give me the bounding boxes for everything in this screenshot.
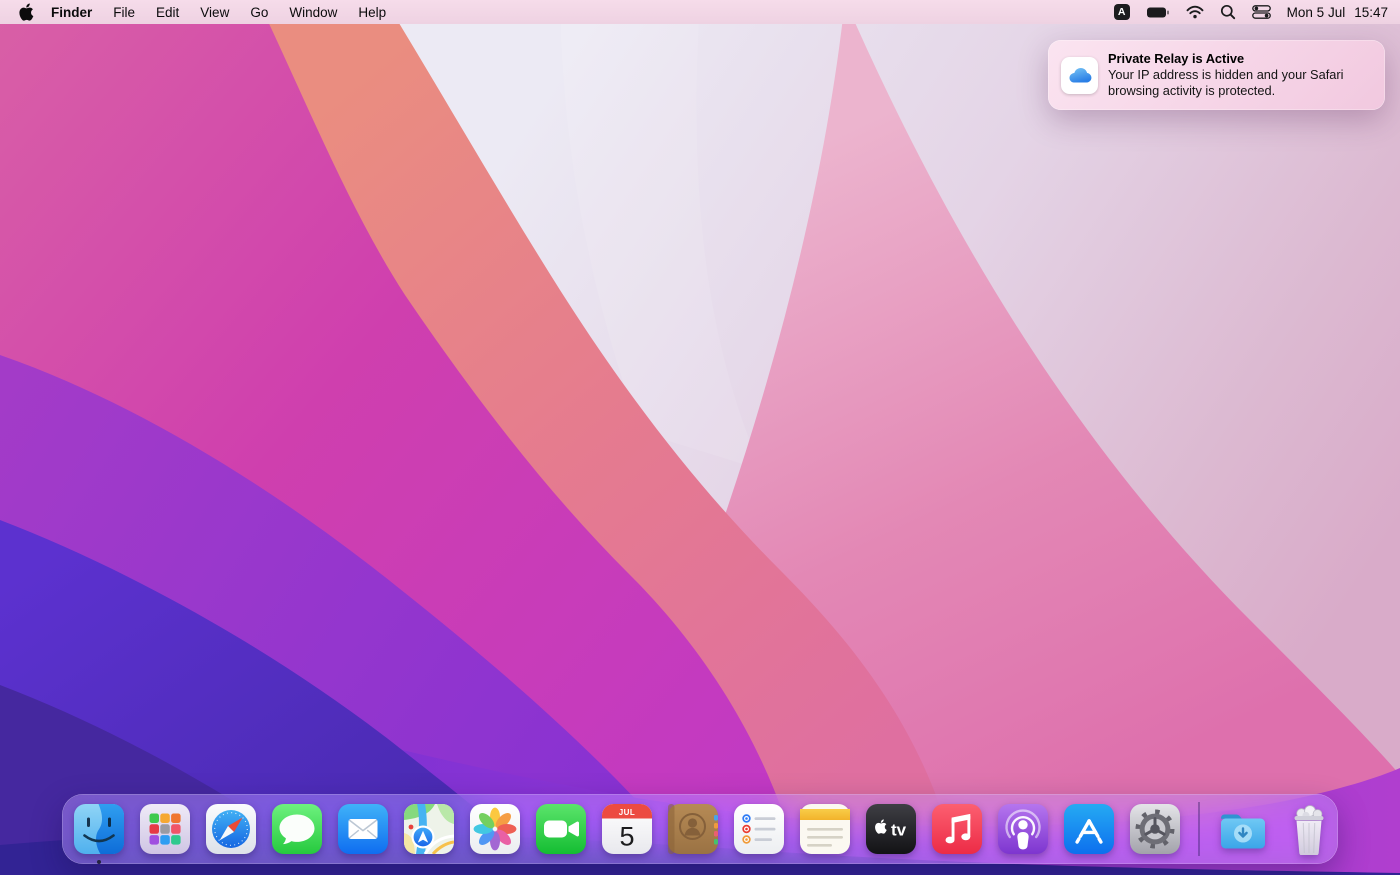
wallpaper-monterey bbox=[0, 0, 1400, 875]
dock-icon-calendar[interactable]: JUL 5 bbox=[601, 803, 653, 855]
dock-icon-tv[interactable]: tv bbox=[865, 803, 917, 855]
running-indicator bbox=[97, 860, 101, 864]
menu-item-file[interactable]: File bbox=[113, 5, 135, 20]
icloud-cloud-icon bbox=[1069, 67, 1091, 83]
dock-icon-messages[interactable] bbox=[271, 803, 323, 855]
dock-icon-maps[interactable] bbox=[403, 803, 455, 855]
menu-item-help[interactable]: Help bbox=[358, 5, 386, 20]
dock-icon-mail[interactable] bbox=[337, 803, 389, 855]
dock-icon-contacts[interactable] bbox=[667, 803, 719, 855]
dock-icon-trash[interactable] bbox=[1283, 803, 1335, 855]
icloud-app-icon bbox=[1061, 56, 1098, 94]
menu-item-go[interactable]: Go bbox=[250, 5, 268, 20]
notification-title: Private Relay is Active bbox=[1108, 51, 1245, 67]
dock-icon-launchpad[interactable] bbox=[139, 803, 191, 855]
tv-glyph-text: tv bbox=[891, 821, 907, 840]
calendar-day: 5 bbox=[619, 822, 634, 852]
dock-icon-app-store[interactable] bbox=[1063, 803, 1115, 855]
menu-item-edit[interactable]: Edit bbox=[156, 5, 179, 20]
dock-icon-facetime[interactable] bbox=[535, 803, 587, 855]
apple-menu[interactable] bbox=[19, 3, 34, 21]
apple-logo-icon bbox=[19, 3, 34, 21]
control-center-icon[interactable] bbox=[1251, 5, 1271, 19]
spotlight-search-icon[interactable] bbox=[1220, 4, 1236, 20]
dock: JUL 5 tv bbox=[62, 794, 1338, 864]
dock-icon-notes[interactable] bbox=[799, 803, 851, 855]
dock-icon-photos[interactable] bbox=[469, 803, 521, 855]
clock-time: 15:47 bbox=[1354, 4, 1388, 20]
dock-icon-safari[interactable] bbox=[205, 803, 257, 855]
notification-private-relay[interactable]: Private Relay is Active Your IP address … bbox=[1048, 40, 1385, 110]
menu-bar-clock[interactable]: Mon 5 Jul 15:47 bbox=[1287, 5, 1388, 20]
dock-icon-podcasts[interactable] bbox=[997, 803, 1049, 855]
dock-icon-finder[interactable] bbox=[73, 803, 125, 864]
input-source-icon[interactable]: A bbox=[1113, 4, 1130, 20]
clock-date: Mon 5 Jul bbox=[1286, 4, 1346, 20]
menu-item-window[interactable]: Window bbox=[289, 5, 337, 20]
macos-desktop: Finder File Edit View Go Window Help A M… bbox=[0, 0, 1400, 875]
menu-bar: Finder File Edit View Go Window Help A M… bbox=[0, 0, 1400, 24]
notification-body: Your IP address is hidden and your Safar… bbox=[1108, 67, 1344, 98]
menu-item-finder[interactable]: Finder bbox=[51, 5, 92, 20]
dock-icon-reminders[interactable] bbox=[733, 803, 785, 855]
dock-icon-downloads[interactable] bbox=[1217, 803, 1269, 855]
dock-icon-music[interactable] bbox=[931, 803, 983, 855]
battery-icon[interactable] bbox=[1146, 4, 1170, 21]
dock-icon-system-preferences[interactable] bbox=[1129, 803, 1181, 855]
calendar-month: JUL bbox=[619, 808, 636, 817]
wifi-icon[interactable] bbox=[1186, 5, 1204, 19]
menu-item-view[interactable]: View bbox=[200, 5, 229, 20]
dock-separator bbox=[1198, 802, 1200, 856]
